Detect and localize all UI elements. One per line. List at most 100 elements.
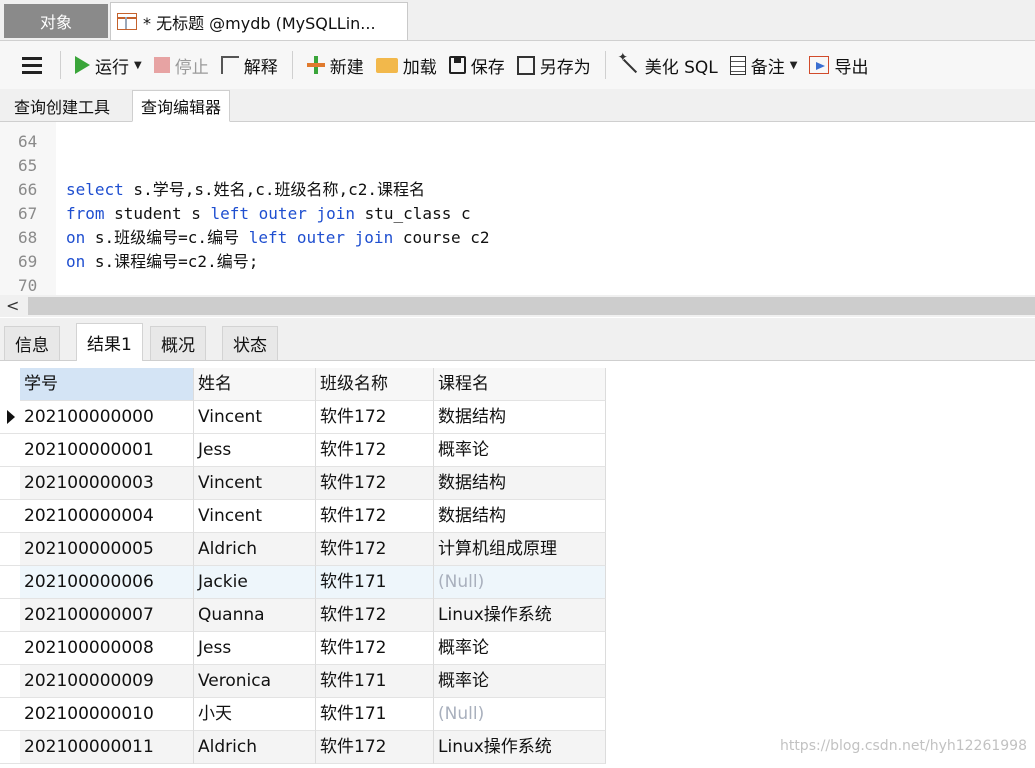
table-cell[interactable]: 202100000008 (20, 632, 194, 665)
table-cell[interactable]: 概率论 (434, 632, 606, 665)
table-cell[interactable]: 软件172 (316, 533, 434, 566)
table-cell[interactable]: Veronica (194, 665, 316, 698)
magic-wand-icon (618, 50, 640, 75)
new-button[interactable]: 新建 (301, 47, 370, 83)
table-cell[interactable]: Jess (194, 632, 316, 665)
table-cell[interactable]: Linux操作系统 (434, 731, 606, 764)
menu-button[interactable] (12, 45, 52, 85)
table-icon (117, 13, 137, 30)
table-cell[interactable]: 202100000011 (20, 731, 194, 764)
save-as-label: 另存为 (539, 57, 591, 78)
run-button[interactable]: 运行 ▼ (69, 47, 148, 83)
tab-query-builder[interactable]: 查询创建工具 (6, 91, 118, 121)
table-cell[interactable]: 202100000005 (20, 533, 194, 566)
table-cell[interactable]: 软件172 (316, 500, 434, 533)
table-cell[interactable]: 软件172 (316, 599, 434, 632)
table-cell[interactable]: 202100000001 (20, 434, 194, 467)
folder-icon (375, 57, 398, 73)
table-cell[interactable]: 概率论 (434, 434, 606, 467)
table-cell[interactable]: 202100000009 (20, 665, 194, 698)
table-cell[interactable]: 202100000006 (20, 566, 194, 599)
table-cell[interactable]: 202100000010 (20, 698, 194, 731)
scrollbar-thumb[interactable] (28, 297, 1035, 315)
table-cell[interactable]: 202100000000 (20, 401, 194, 434)
editor-tab-bar: 查询创建工具 查询编辑器 (0, 89, 1035, 122)
row-indicator[interactable] (0, 500, 20, 533)
row-indicator[interactable] (0, 566, 20, 599)
column-header[interactable]: 课程名 (434, 368, 606, 401)
row-indicator[interactable] (0, 731, 20, 764)
table-cell[interactable]: 软件171 (316, 566, 434, 599)
tab-result-1[interactable]: 结果1 (76, 323, 143, 361)
sql-keyword: on (66, 228, 86, 247)
table-cell[interactable]: 软件172 (316, 401, 434, 434)
table-cell[interactable]: 数据结构 (434, 401, 606, 434)
tab-result-3[interactable]: 状态 (222, 326, 278, 360)
table-cell[interactable]: 计算机组成原理 (434, 533, 606, 566)
row-indicator[interactable] (0, 632, 20, 665)
row-indicator[interactable] (0, 434, 20, 467)
stop-button[interactable]: 停止 (148, 47, 215, 83)
save-button[interactable]: 保存 (443, 47, 511, 83)
export-button[interactable]: 导出 (803, 47, 874, 83)
code-text: from student s left outer join stu_class… (66, 202, 471, 226)
table-cell[interactable]: Jackie (194, 566, 316, 599)
sql-keyword: left outer join (210, 204, 356, 223)
comment-label: 备注 (750, 57, 785, 78)
current-row-arrow-icon[interactable] (0, 401, 20, 434)
sql-editor[interactable]: 64 65 66 select s.学号,s.姓名,c.班级名称,c2.课程名 67 fr… (0, 122, 1035, 295)
table-cell[interactable]: 202100000004 (20, 500, 194, 533)
save-as-button[interactable]: 另存为 (511, 47, 597, 83)
table-cell[interactable]: 软件171 (316, 665, 434, 698)
table-cell[interactable]: Jess (194, 434, 316, 467)
tab-result-0[interactable]: 信息 (4, 326, 60, 360)
beautify-sql-button[interactable]: 美化 SQL (614, 47, 724, 83)
table-cell[interactable]: 概率论 (434, 665, 606, 698)
sql-text: s.学号,s.姓名,c.班级名称,c2.课程名 (123, 180, 426, 199)
table-cell[interactable]: 小天 (194, 698, 316, 731)
table-cell[interactable]: (Null) (434, 698, 606, 731)
table-cell[interactable]: 软件172 (316, 632, 434, 665)
explain-button[interactable]: 解释 (215, 47, 284, 83)
save-label: 保存 (470, 57, 505, 78)
row-indicator[interactable] (0, 599, 20, 632)
table-cell[interactable]: Aldrich (194, 731, 316, 764)
column-header[interactable]: 班级名称 (316, 368, 434, 401)
sql-keyword: on (66, 252, 86, 271)
table-cell[interactable]: 数据结构 (434, 467, 606, 500)
row-indicator[interactable] (0, 467, 20, 500)
scroll-left-arrow-icon[interactable]: < (6, 295, 19, 317)
comment-button[interactable]: 备注 ▼ (724, 47, 804, 83)
row-indicator[interactable] (0, 533, 20, 566)
chevron-down-icon[interactable]: ▼ (790, 60, 798, 71)
table-cell[interactable]: 202100000007 (20, 599, 194, 632)
tab-query-editor[interactable]: 查询编辑器 (132, 90, 231, 122)
export-label: 导出 (834, 57, 869, 78)
table-cell[interactable]: 202100000003 (20, 467, 194, 500)
load-button[interactable]: 加载 (370, 47, 443, 83)
table-cell[interactable]: (Null) (434, 566, 606, 599)
sql-text: s.班级编号=c.编号 (85, 228, 249, 247)
table-cell[interactable]: Vincent (194, 401, 316, 434)
save-icon (448, 56, 466, 74)
tab-query[interactable]: * 无标题 @mydb (MySQLLin... (110, 2, 408, 40)
table-cell[interactable]: 软件171 (316, 698, 434, 731)
column-header[interactable]: 学号 (20, 368, 194, 401)
table-cell[interactable]: Linux操作系统 (434, 599, 606, 632)
editor-horizontal-scrollbar[interactable]: < (0, 295, 1035, 317)
table-cell[interactable]: 软件172 (316, 467, 434, 500)
table-cell[interactable]: Aldrich (194, 533, 316, 566)
table-cell[interactable]: Vincent (194, 500, 316, 533)
row-indicator[interactable] (0, 698, 20, 731)
tab-objects[interactable]: 对象 (4, 4, 108, 38)
table-cell[interactable]: Quanna (194, 599, 316, 632)
table-cell[interactable]: 软件172 (316, 434, 434, 467)
chevron-down-icon[interactable]: ▼ (134, 60, 142, 71)
result-tab-bar: 信息 结果1 概况 状态 (0, 318, 1035, 361)
table-cell[interactable]: 数据结构 (434, 500, 606, 533)
table-cell[interactable]: 软件172 (316, 731, 434, 764)
tab-result-2[interactable]: 概况 (150, 326, 206, 360)
column-header[interactable]: 姓名 (194, 368, 316, 401)
row-indicator[interactable] (0, 665, 20, 698)
table-cell[interactable]: Vincent (194, 467, 316, 500)
